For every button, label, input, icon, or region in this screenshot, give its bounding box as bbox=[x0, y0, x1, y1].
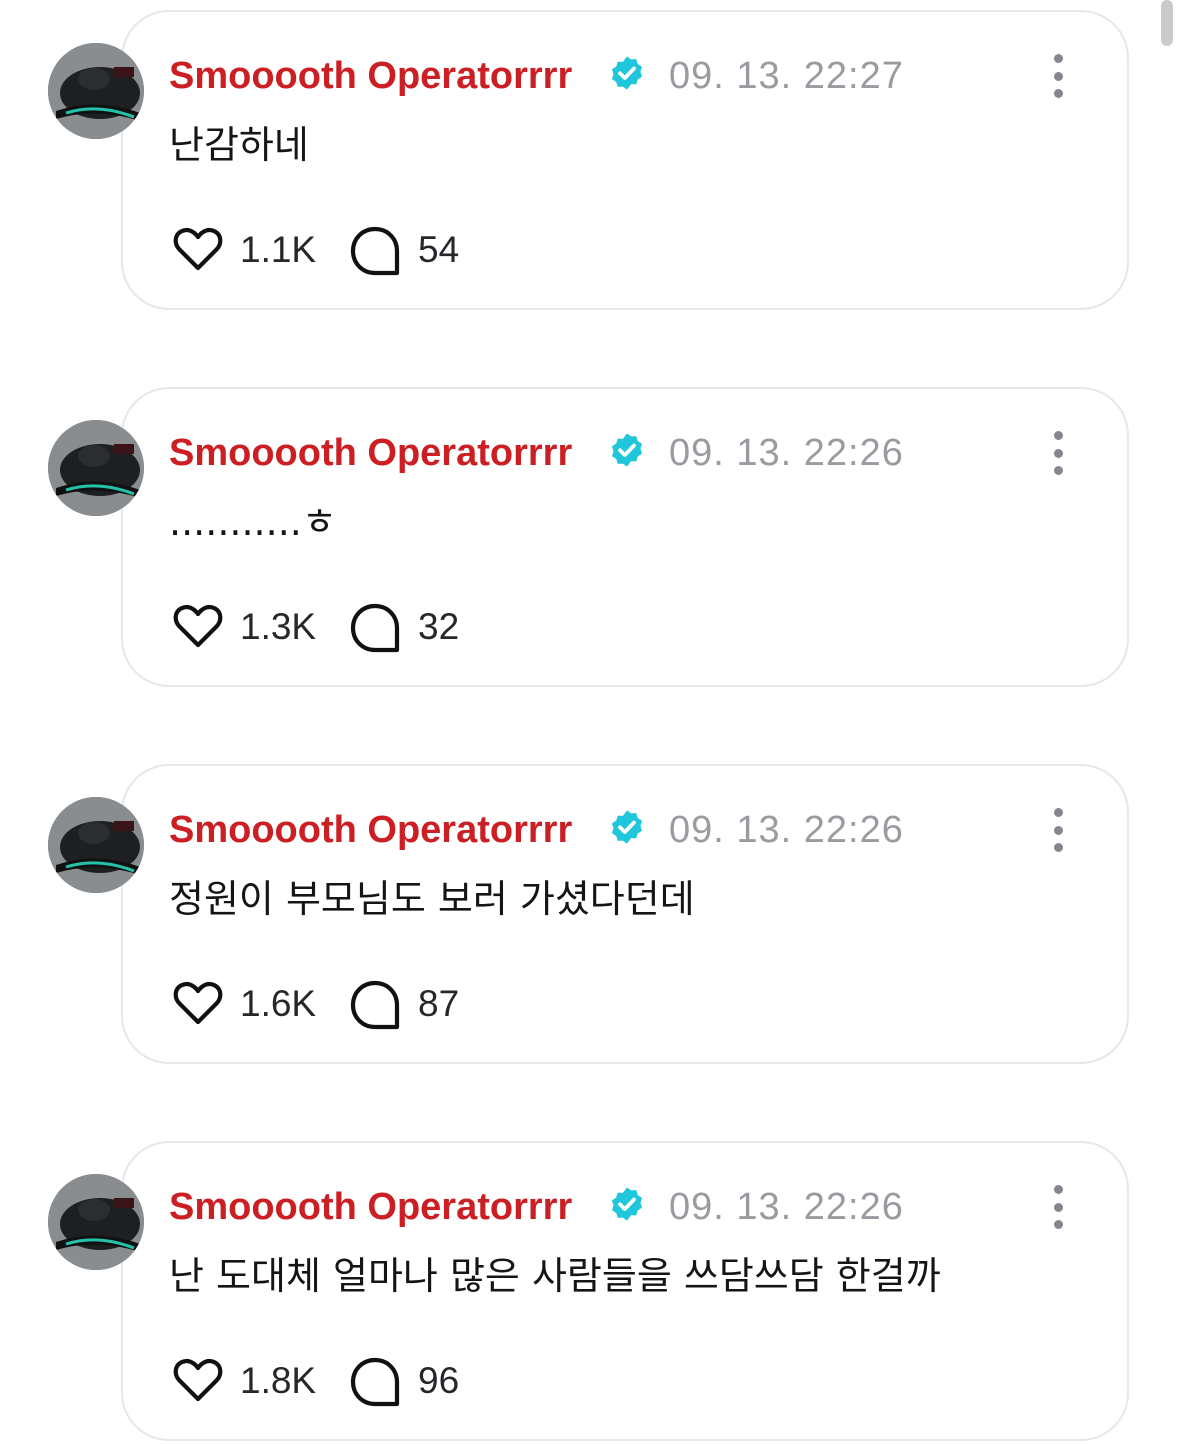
more-vertical-icon bbox=[1053, 431, 1063, 440]
comment-timestamp: 09. 13. 22:26 bbox=[669, 809, 904, 851]
speech-bubble-icon[interactable] bbox=[348, 601, 402, 655]
comment-timestamp: 09. 13. 22:26 bbox=[669, 1186, 904, 1228]
username[interactable]: Smooooth Operatorrrr bbox=[169, 423, 572, 483]
like-count: 1.8K bbox=[240, 1360, 317, 1401]
more-options-button[interactable] bbox=[1040, 1181, 1076, 1233]
speech-bubble-icon[interactable] bbox=[348, 978, 402, 1032]
reply-count: 87 bbox=[418, 983, 460, 1024]
like-count: 1.6K bbox=[240, 983, 317, 1024]
verified-badge-icon bbox=[611, 1187, 643, 1221]
heart-outline-icon[interactable] bbox=[170, 975, 226, 1031]
more-options-button[interactable] bbox=[1040, 50, 1076, 102]
verified-badge-icon bbox=[611, 810, 643, 844]
comment-timestamp: 09. 13. 22:27 bbox=[669, 55, 904, 97]
heart-outline-icon[interactable] bbox=[170, 1352, 226, 1408]
comment-text: 정원이 부모님도 보러 가셨다던데 bbox=[169, 877, 695, 921]
comment-text: 난 도대체 얼마나 많은 사람들을 쓰담쓰담 한걸까 bbox=[169, 1254, 941, 1298]
comment-text: 난감하네 bbox=[169, 123, 309, 167]
verified-badge-icon bbox=[611, 433, 643, 467]
username[interactable]: Smooooth Operatorrrr bbox=[169, 800, 572, 860]
like-count: 1.3K bbox=[240, 606, 317, 647]
reply-count: 32 bbox=[418, 606, 460, 647]
more-vertical-icon bbox=[1053, 808, 1063, 817]
more-options-button[interactable] bbox=[1040, 804, 1076, 856]
comment-timestamp: 09. 13. 22:26 bbox=[669, 432, 904, 474]
comment-item: Smooooth Operatorrrr 09. 13. 22:27 난감하네 … bbox=[0, 10, 1179, 314]
avatar[interactable] bbox=[48, 1174, 144, 1270]
more-options-button[interactable] bbox=[1040, 427, 1076, 479]
reply-count: 96 bbox=[418, 1360, 460, 1401]
scrollbar[interactable] bbox=[1161, 0, 1173, 46]
speech-bubble-icon[interactable] bbox=[348, 1355, 402, 1409]
verified-badge-icon bbox=[611, 56, 643, 90]
avatar[interactable] bbox=[48, 420, 144, 516]
comment-text: ...........ㅎ bbox=[169, 500, 337, 544]
heart-outline-icon[interactable] bbox=[170, 221, 226, 277]
like-count: 1.1K bbox=[240, 229, 317, 270]
username[interactable]: Smooooth Operatorrrr bbox=[169, 1177, 572, 1237]
comment-item: Smooooth Operatorrrr 09. 13. 22:26 난 도대체… bbox=[0, 1141, 1179, 1445]
comment-item: Smooooth Operatorrrr 09. 13. 22:26 정원이 부… bbox=[0, 764, 1179, 1068]
speech-bubble-icon[interactable] bbox=[348, 224, 402, 278]
reply-count: 54 bbox=[418, 229, 460, 270]
more-vertical-icon bbox=[1053, 54, 1063, 63]
avatar[interactable] bbox=[48, 797, 144, 893]
avatar[interactable] bbox=[48, 43, 144, 139]
username[interactable]: Smooooth Operatorrrr bbox=[169, 46, 572, 106]
heart-outline-icon[interactable] bbox=[170, 598, 226, 654]
more-vertical-icon bbox=[1053, 1185, 1063, 1194]
comment-item: Smooooth Operatorrrr 09. 13. 22:26 .....… bbox=[0, 387, 1179, 691]
